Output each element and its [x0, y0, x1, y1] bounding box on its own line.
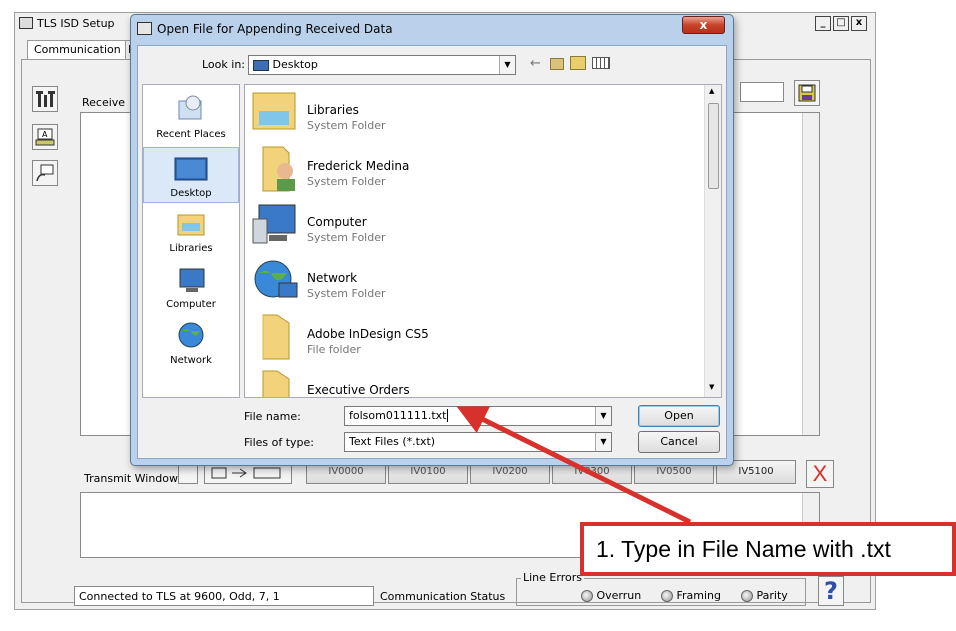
arrow-line: [456, 406, 692, 525]
instruction-callout: 1. Type in File Name with .txt: [580, 522, 956, 576]
